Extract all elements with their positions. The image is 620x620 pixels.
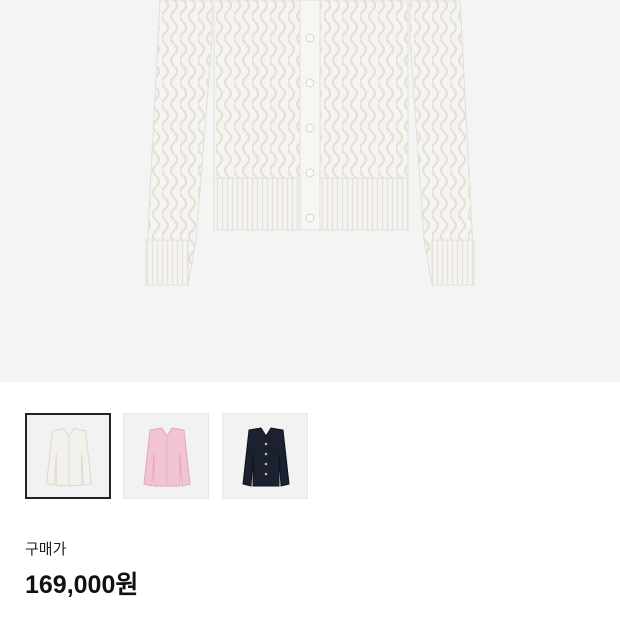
color-options: [25, 413, 325, 501]
cardigan-illustration: [145, 0, 475, 286]
ivory-cardigan-thumbnail: [46, 428, 92, 486]
right-cuff: [431, 239, 475, 286]
price-label: 구매가: [25, 540, 67, 558]
left-cuff: [145, 239, 189, 286]
product-detail-page: 구매가 169,000원: [0, 0, 620, 620]
color-option-pink[interactable]: [123, 413, 209, 499]
color-option-ivory[interactable]: [25, 413, 111, 499]
price-value: 169,000원: [25, 571, 139, 599]
navy-cardigan-thumbnail: [242, 427, 290, 487]
product-main-image[interactable]: [0, 0, 620, 382]
pink-cardigan-thumbnail: [143, 427, 191, 487]
color-option-navy[interactable]: [222, 413, 308, 499]
